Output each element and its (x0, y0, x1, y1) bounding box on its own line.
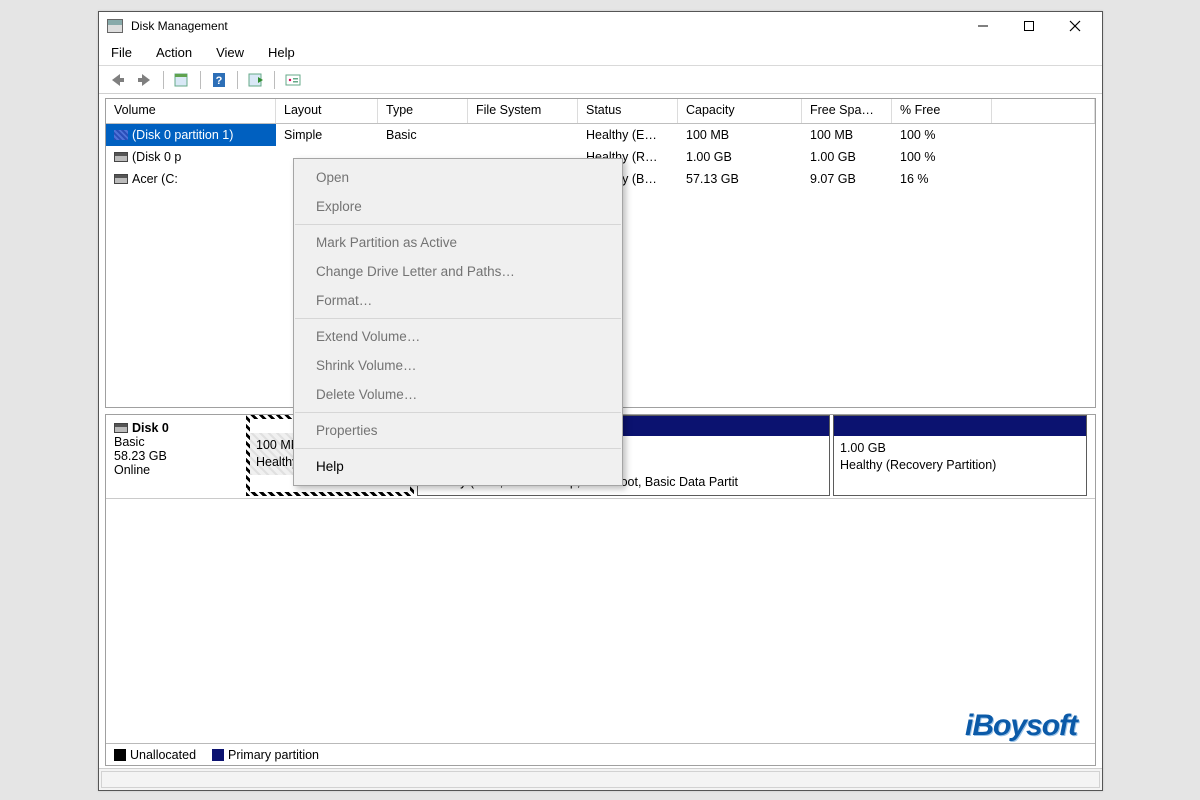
menu-item-change-drive-letter-and-paths: Change Drive Letter and Paths… (294, 257, 622, 286)
partition-header (834, 416, 1086, 436)
col-spacer (992, 99, 1095, 123)
col-volume[interactable]: Volume (106, 99, 276, 123)
col-fs[interactable]: File System (468, 99, 578, 123)
volume-icon (114, 174, 128, 184)
col-status[interactable]: Status (578, 99, 678, 123)
menu-help[interactable]: Help (268, 45, 295, 60)
context-menu[interactable]: OpenExplore Mark Partition as ActiveChang… (293, 158, 623, 486)
refresh-button[interactable] (170, 69, 194, 91)
legend-primary: Primary partition (228, 748, 319, 762)
disk-state: Online (114, 463, 238, 477)
col-layout[interactable]: Layout (276, 99, 378, 123)
col-capacity[interactable]: Capacity (678, 99, 802, 123)
volume-name: (Disk 0 p (132, 150, 181, 164)
disk-info[interactable]: Disk 0 Basic 58.23 GB Online (106, 415, 246, 498)
menu-item-properties: Properties (294, 416, 622, 445)
disk-name: Disk 0 (132, 421, 169, 435)
menu-separator (295, 412, 621, 413)
disk-management-window: Disk Management File Action View Help ? … (98, 11, 1103, 791)
legend-swatch-primary (212, 749, 224, 761)
col-free[interactable]: Free Spa… (802, 99, 892, 123)
legend: Unallocated Primary partition (106, 743, 1095, 765)
minimize-button[interactable] (960, 12, 1006, 40)
toolbar-divider (237, 71, 238, 89)
maximize-button[interactable] (1006, 12, 1052, 40)
menu-view[interactable]: View (216, 45, 244, 60)
forward-button[interactable] (133, 69, 157, 91)
back-button[interactable] (105, 69, 129, 91)
menu-file[interactable]: File (111, 45, 132, 60)
watermark: iBoysoft (965, 709, 1077, 743)
disk-size: 58.23 GB (114, 449, 238, 463)
menubar: File Action View Help (99, 40, 1102, 66)
col-pctfree[interactable]: % Free (892, 99, 992, 123)
menu-separator (295, 318, 621, 319)
volume-name: (Disk 0 partition 1) (132, 128, 233, 142)
partition-status: Healthy (Recovery Partition) (840, 457, 1080, 474)
toolbar-divider (200, 71, 201, 89)
window-title: Disk Management (131, 19, 228, 33)
action-button[interactable] (244, 69, 268, 91)
menu-separator (295, 224, 621, 225)
menu-item-help[interactable]: Help (294, 452, 622, 481)
help-button[interactable]: ? (207, 69, 231, 91)
volume-list-header[interactable]: Volume Layout Type File System Status Ca… (106, 99, 1095, 124)
close-button[interactable] (1052, 12, 1098, 40)
menu-item-format: Format… (294, 286, 622, 315)
toolbar-divider (163, 71, 164, 89)
menu-item-shrink-volume: Shrink Volume… (294, 351, 622, 380)
volume-icon (114, 152, 128, 162)
menu-item-extend-volume: Extend Volume… (294, 322, 622, 351)
partition-body: 1.00 GB Healthy (Recovery Partition) (834, 436, 1086, 478)
toolbar-divider (274, 71, 275, 89)
disk-type: Basic (114, 435, 238, 449)
legend-unallocated: Unallocated (130, 748, 196, 762)
volume-row[interactable]: (Disk 0 partition 1)SimpleBasicHealthy (… (106, 124, 1095, 146)
menu-item-mark-partition-as-active: Mark Partition as Active (294, 228, 622, 257)
legend-swatch-unallocated (114, 749, 126, 761)
menu-item-explore: Explore (294, 192, 622, 221)
menu-separator (295, 448, 621, 449)
toolbar: ? (99, 66, 1102, 94)
statusbar (99, 768, 1102, 790)
titlebar[interactable]: Disk Management (99, 12, 1102, 40)
settings-button[interactable] (281, 69, 305, 91)
svg-text:?: ? (216, 75, 223, 87)
partition-primary[interactable]: 1.00 GB Healthy (Recovery Partition) (833, 415, 1087, 496)
menu-item-open: Open (294, 163, 622, 192)
volume-icon (114, 130, 128, 140)
menu-item-delete-volume: Delete Volume… (294, 380, 622, 409)
disk-icon (114, 423, 128, 433)
app-icon (107, 19, 123, 33)
partition-size: 1.00 GB (840, 440, 1080, 457)
volume-name: Acer (C: (132, 172, 178, 186)
menu-action[interactable]: Action (156, 45, 192, 60)
col-type[interactable]: Type (378, 99, 468, 123)
